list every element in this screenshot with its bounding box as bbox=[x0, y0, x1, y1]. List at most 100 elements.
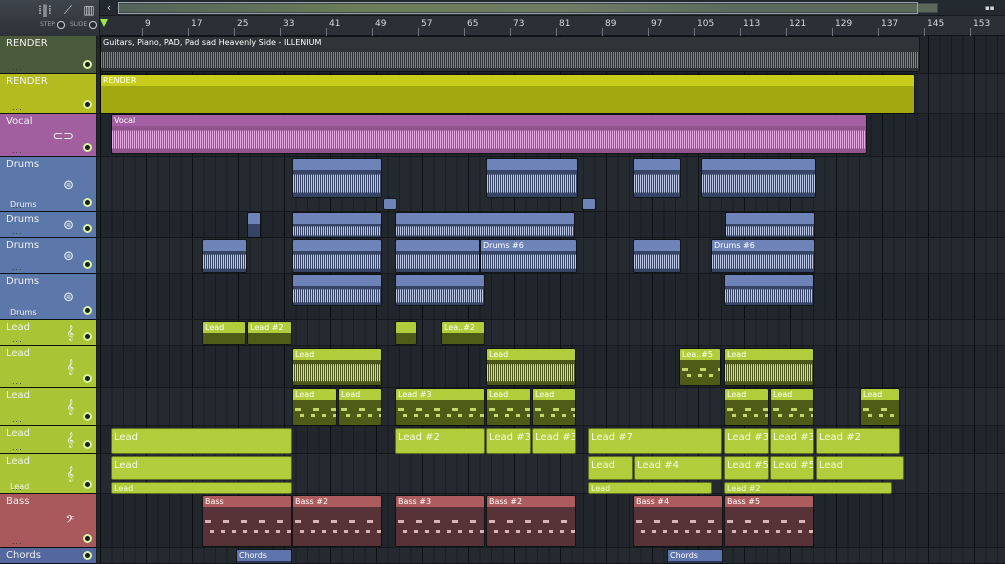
track-active-led[interactable] bbox=[83, 143, 92, 152]
playlist-clip[interactable] bbox=[292, 274, 382, 306]
waveform-icon[interactable]: ⁞‖⁞ bbox=[34, 2, 56, 18]
slide-radio[interactable] bbox=[89, 21, 97, 29]
track-active-led[interactable] bbox=[83, 60, 92, 69]
track-active-led[interactable] bbox=[83, 551, 92, 560]
playlist-clip[interactable]: Lead bbox=[338, 388, 382, 426]
track-menu-dots[interactable]: ... bbox=[12, 309, 23, 318]
track-header-chords[interactable]: Chords bbox=[0, 548, 96, 564]
playlist-clip[interactable]: Lead bbox=[292, 348, 382, 386]
track-menu-dots[interactable]: ... bbox=[12, 103, 23, 112]
playlist-clip[interactable]: Lea..#5 bbox=[679, 348, 721, 386]
track-menu-dots[interactable]: ... bbox=[12, 227, 23, 236]
playlist-clip[interactable]: Lead bbox=[111, 428, 292, 454]
playlist-clip[interactable] bbox=[395, 274, 485, 306]
track-header-drums3[interactable]: Drums ⊜... bbox=[0, 238, 96, 274]
playlist-clip[interactable]: Guitars, Piano, PAD, Pad sad Heavenly Si… bbox=[100, 36, 920, 72]
playlist-clip[interactable] bbox=[383, 198, 397, 210]
playhead-marker[interactable] bbox=[100, 19, 108, 27]
scroll-left-arrow-icon[interactable]: ‹ bbox=[102, 1, 116, 15]
playlist-clip[interactable]: Lead bbox=[724, 388, 769, 426]
playlist-clip[interactable]: Bass #2 bbox=[486, 495, 576, 547]
playlist-clip[interactable] bbox=[395, 321, 417, 345]
playlist-clip[interactable]: Drums #6 bbox=[480, 239, 577, 273]
stamp-icon[interactable]: ▥ bbox=[78, 2, 100, 18]
track-header-lead3[interactable]: Lead 𝄞... bbox=[0, 388, 96, 426]
overview-thumb[interactable] bbox=[118, 2, 918, 14]
playlist-clip[interactable]: Lead #5 bbox=[724, 456, 769, 480]
track-active-led[interactable] bbox=[83, 198, 92, 207]
playlist-clip[interactable]: Lead bbox=[816, 456, 904, 480]
playlist-clip[interactable]: Bass #4 bbox=[633, 495, 723, 547]
playlist-clip[interactable] bbox=[724, 274, 814, 306]
playlist-clip[interactable]: Lead #2 bbox=[247, 321, 292, 345]
playlist-clip[interactable]: Bass #2 bbox=[292, 495, 382, 547]
lane-chords[interactable] bbox=[97, 548, 1005, 564]
playlist-clip[interactable]: Lead bbox=[486, 388, 531, 426]
track-active-led[interactable] bbox=[83, 480, 92, 489]
playlist-clip[interactable] bbox=[202, 239, 247, 273]
playlist-clip[interactable] bbox=[725, 212, 815, 238]
playlist-clip[interactable]: Lead #2 bbox=[395, 428, 485, 454]
playlist-clip[interactable]: Lead bbox=[111, 482, 292, 494]
track-active-led[interactable] bbox=[83, 224, 92, 233]
track-menu-dots[interactable]: ... bbox=[12, 483, 23, 492]
playlist-clip[interactable]: Lead bbox=[292, 388, 337, 426]
playlist-clip[interactable]: Lead #7 bbox=[588, 428, 722, 454]
playlist-clip[interactable]: Lead #3 bbox=[395, 388, 485, 426]
track-header-render2[interactable]: RENDER... bbox=[0, 74, 96, 114]
track-menu-dots[interactable]: ... bbox=[12, 201, 23, 210]
playlist-clip[interactable]: Lead bbox=[588, 456, 633, 480]
track-menu-dots[interactable]: ... bbox=[12, 377, 23, 386]
track-menu-dots[interactable]: ... bbox=[12, 335, 23, 344]
playlist-clip[interactable]: Lead bbox=[532, 388, 576, 426]
playlist-clip[interactable]: Bass bbox=[202, 495, 292, 547]
track-active-led[interactable] bbox=[83, 306, 92, 315]
track-menu-dots[interactable]: ... bbox=[12, 415, 23, 424]
playlist-clip[interactable]: Lead #3 bbox=[532, 428, 576, 454]
playlist-clip[interactable] bbox=[633, 239, 681, 273]
playlist-clip[interactable]: RENDER bbox=[100, 74, 915, 114]
track-active-led[interactable] bbox=[83, 440, 92, 449]
track-menu-dots[interactable]: ... bbox=[12, 146, 23, 155]
playlist-clip[interactable] bbox=[582, 198, 596, 210]
playlist-clip[interactable]: Lead #4 bbox=[634, 456, 722, 480]
grip-icon[interactable]: ▪▪ bbox=[985, 4, 995, 12]
playlist-clip[interactable] bbox=[701, 158, 816, 198]
track-header-lead2[interactable]: Lead 𝄞... bbox=[0, 346, 96, 388]
playlist-clip[interactable]: Lead #3 bbox=[724, 428, 769, 454]
playlist-clip[interactable]: Bass #3 bbox=[395, 495, 485, 547]
playlist-clip[interactable] bbox=[486, 158, 578, 198]
playlist-clip[interactable]: Lead #5 bbox=[770, 456, 814, 480]
playlist-clip[interactable] bbox=[292, 212, 382, 238]
song-overview-scrollbar[interactable]: ‹ ▪▪ bbox=[100, 0, 1005, 16]
track-menu-dots[interactable]: ... bbox=[12, 537, 23, 546]
playlist-clip[interactable]: Lead bbox=[202, 321, 246, 345]
track-menu-dots[interactable]: ... bbox=[12, 263, 23, 272]
track-active-led[interactable] bbox=[83, 534, 92, 543]
track-active-led[interactable] bbox=[83, 332, 92, 341]
track-header-vocal[interactable]: Vocal ⊂⊃... bbox=[0, 114, 96, 157]
track-menu-dots[interactable]: ... bbox=[12, 63, 23, 72]
wand-icon[interactable]: ⟋ bbox=[57, 2, 79, 18]
track-active-led[interactable] bbox=[83, 412, 92, 421]
playlist-clip[interactable]: Bass #5 bbox=[724, 495, 814, 547]
track-header-lead1[interactable]: Lead 𝄞... bbox=[0, 320, 96, 346]
playlist-clip[interactable]: Lead #2 bbox=[724, 482, 892, 494]
playlist-clip[interactable]: Lea..#2 bbox=[441, 321, 485, 345]
playlist-clip[interactable] bbox=[292, 239, 382, 273]
playlist-clip[interactable]: Lead bbox=[588, 482, 712, 494]
playlist-clip[interactable]: Lead bbox=[724, 348, 814, 386]
playlist-clip[interactable]: Chords bbox=[667, 549, 723, 564]
track-header-render1[interactable]: RENDER... bbox=[0, 36, 96, 74]
playlist-clip[interactable] bbox=[395, 239, 480, 273]
track-header-drums2[interactable]: Drums ⊜... bbox=[0, 212, 96, 238]
playlist-clip[interactable]: Lead #3 bbox=[770, 428, 814, 454]
track-header-lead5[interactable]: Lead Lead 𝄞... bbox=[0, 454, 96, 494]
playlist-clip[interactable]: Drums #6 bbox=[711, 239, 815, 273]
playlist-clip[interactable]: Lead bbox=[111, 456, 292, 480]
playlist-clip[interactable]: Chords bbox=[236, 549, 292, 564]
timeline-ruler[interactable]: ‹ ▪▪ 9 17 25 33 41 49 57 65 73 81 89 97 105 113 121 129… bbox=[100, 0, 1005, 36]
playlist-clip[interactable]: Lead bbox=[486, 348, 576, 386]
track-header-drums1[interactable]: Drums Drums ⊜... bbox=[0, 157, 96, 212]
track-active-led[interactable] bbox=[83, 374, 92, 383]
